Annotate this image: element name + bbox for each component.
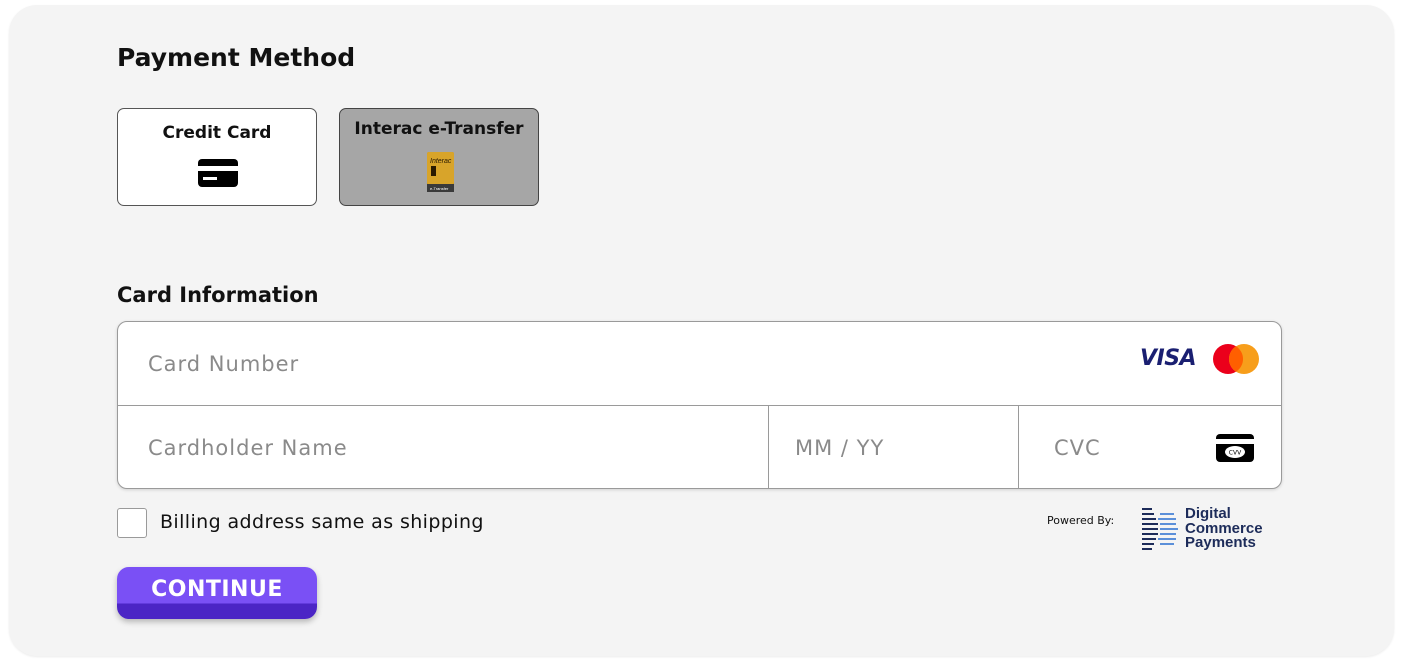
dcp-line-3: Payments — [1185, 534, 1256, 551]
billing-same-label: Billing address same as shipping — [160, 511, 484, 533]
svg-text:Interac: Interac — [430, 158, 452, 165]
name-expiry-divider — [768, 406, 769, 488]
cvc-input[interactable] — [1054, 430, 1194, 466]
cvv-icon-text: CVV — [1229, 450, 1242, 457]
continue-button[interactable]: CONTINUE — [117, 567, 317, 619]
card-information-box: VISA CVV — [117, 321, 1282, 489]
card-row-divider — [118, 405, 1281, 406]
digital-commerce-payments-logo-text: Digital Commerce Payments — [1185, 506, 1263, 551]
svg-text:e-Transfer: e-Transfer — [430, 186, 449, 191]
cvv-card-icon: CVV — [1216, 434, 1254, 462]
expiry-cvc-divider — [1018, 406, 1019, 488]
digital-commerce-payments-logo-icon — [1142, 508, 1178, 550]
cardholder-name-input[interactable] — [148, 430, 748, 466]
interac-etransfer-icon: Interac e-Transfer — [427, 152, 454, 192]
card-number-input[interactable] — [148, 346, 1048, 382]
credit-card-option[interactable]: Credit Card — [117, 108, 317, 206]
credit-card-option-label: Credit Card — [162, 123, 272, 143]
payment-method-title: Payment Method — [117, 43, 356, 72]
expiry-date-input[interactable] — [795, 430, 995, 466]
powered-by-label: Powered By: — [1047, 514, 1115, 527]
interac-option-label: Interac e-Transfer — [354, 119, 524, 139]
card-information-title: Card Information — [117, 283, 319, 307]
credit-card-icon — [198, 159, 238, 187]
visa-logo: VISA — [1140, 346, 1197, 371]
mastercard-icon — [1213, 344, 1259, 374]
interac-etransfer-option[interactable]: Interac e-Transfer Interac e-Transfer — [339, 108, 539, 206]
billing-same-checkbox[interactable] — [117, 508, 147, 538]
